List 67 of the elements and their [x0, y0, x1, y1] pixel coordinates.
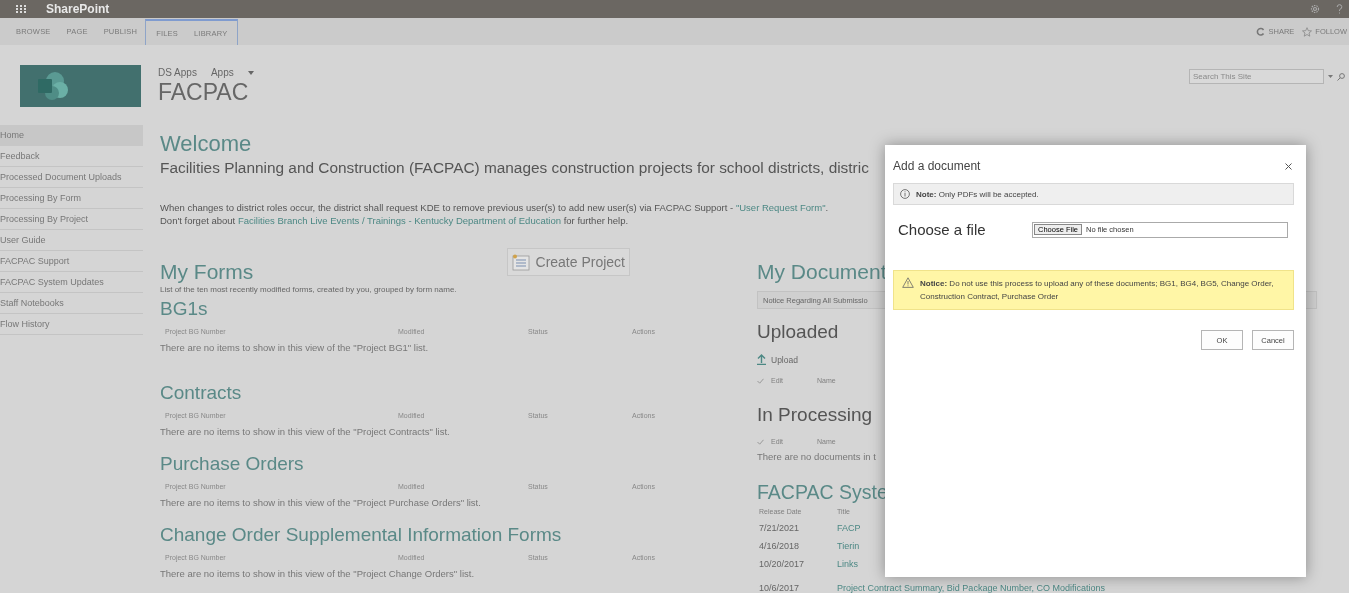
empty-message: There are no items to show in this view of the "Project BG1" list. [160, 341, 430, 355]
section-heading: In Processing [757, 404, 874, 426]
check-icon[interactable] [757, 438, 764, 445]
upload-link[interactable]: Upload [757, 354, 885, 365]
section-heading: FACPAC Syste [757, 480, 885, 505]
text-link[interactable]: Facilities Branch Live Events / Trainings - Kentucky Department of Education [237, 215, 562, 226]
help-icon[interactable] [1336, 4, 1343, 14]
settings-icon[interactable] [1310, 4, 1320, 14]
nav-link[interactable]: Feedback [0, 146, 143, 167]
create-project-button[interactable]: Create Project [506, 248, 630, 276]
nav-link[interactable]: Flow History [0, 314, 143, 335]
nav-link[interactable]: Processing By Project [0, 209, 143, 230]
close-icon [1284, 162, 1292, 170]
empty-message: There are no items to show in this view of the "Project Change Orders" list. [160, 567, 476, 581]
table-cell-text: 10/20/2017 [759, 558, 806, 571]
list-heading: BG1s [160, 297, 209, 321]
intro-text: Facilities Planning and Construction (FACPAC) manages construction projects for school districts, distric [160, 158, 869, 178]
nav-link[interactable]: FACPAC System Updates [0, 272, 143, 293]
check-icon[interactable] [757, 377, 764, 384]
breadcrumb-link[interactable]: DS Apps [158, 67, 197, 78]
site-title: FACPAC [158, 79, 250, 106]
search-field[interactable]: Search This Site [1189, 69, 1324, 84]
table-cell-text: 4/16/2018 [759, 540, 801, 553]
update-link[interactable]: FACP [837, 519, 885, 537]
info-paragraph: When changes to district roles occur, the district shall request KDE to remove previous user(s) to add new user(s) via FACPAC Support - "User Request Form". [160, 201, 829, 214]
field-label: Choose a file [898, 221, 987, 238]
empty-message: There are no items to show in this view of the "Project Contracts" list. [160, 425, 451, 439]
star-icon [1302, 26, 1313, 37]
table-cell-text: 10/6/2017 [759, 582, 801, 593]
dialog-title: Add a document [893, 159, 981, 173]
dropdown-caret-icon[interactable] [247, 70, 254, 75]
nav-link[interactable]: Processed Document Uploads [0, 167, 143, 188]
breadcrumb-link[interactable]: Apps [210, 67, 234, 78]
nav-link[interactable]: Home [0, 125, 143, 146]
table-cell-text: 7/21/2021 [759, 522, 801, 535]
list-heading: Change Order Supplemental Information Forms [160, 523, 563, 547]
search-icon[interactable] [1337, 72, 1345, 81]
nav-link[interactable]: Processing By Form [0, 188, 143, 209]
brand-name[interactable]: SharePoint [46, 2, 110, 16]
update-link[interactable]: Tierin [837, 537, 885, 555]
section-subtitle: List of the ten most recently modified forms, created by you, grouped by form name. [160, 284, 458, 295]
section-heading: Uploaded [757, 321, 840, 343]
share-icon [1256, 27, 1266, 36]
empty-message: There are no documents in t [757, 450, 877, 464]
site-logo[interactable] [20, 65, 141, 107]
section-heading: My Document [757, 260, 885, 284]
list-heading: Purchase Orders [160, 452, 305, 476]
update-link[interactable]: Links [837, 555, 885, 573]
update-link[interactable]: Project Contract Summary, Bid Package Number, CO Modifications [837, 579, 1105, 593]
nav-link[interactable]: FACPAC Support [0, 251, 143, 272]
info-paragraph: Don't forget about Facilities Branch Live Events / Trainings - Kentucky Department of Education for further help. [160, 214, 629, 227]
app-launcher-icon[interactable] [16, 5, 26, 13]
empty-message: There are no items to show in this view of the "Project Purchase Orders" list. [160, 496, 482, 510]
close-button[interactable] [1282, 160, 1294, 172]
warning-icon [902, 277, 914, 288]
list-heading: Contracts [160, 381, 243, 405]
info-icon [900, 189, 910, 199]
welcome-heading: Welcome [160, 131, 253, 157]
dropdown-caret-icon [1328, 75, 1333, 78]
upload-arrow-icon [757, 354, 766, 365]
section-heading: My Forms [160, 260, 254, 284]
warning-text: Notice: Do not use this process to upload any of these documents; BG1, BG4, BG5, Change Order, Construction Contract, Purchase Order [920, 278, 1275, 303]
nav-link[interactable]: Staff Notebooks [0, 293, 143, 314]
text-link[interactable]: "User Request Form" [735, 202, 826, 213]
form-list-icon [511, 253, 530, 271]
nav-link[interactable]: User Guide [0, 230, 143, 251]
note-text: Note: Only PDFs will be accepted. [916, 189, 1039, 199]
